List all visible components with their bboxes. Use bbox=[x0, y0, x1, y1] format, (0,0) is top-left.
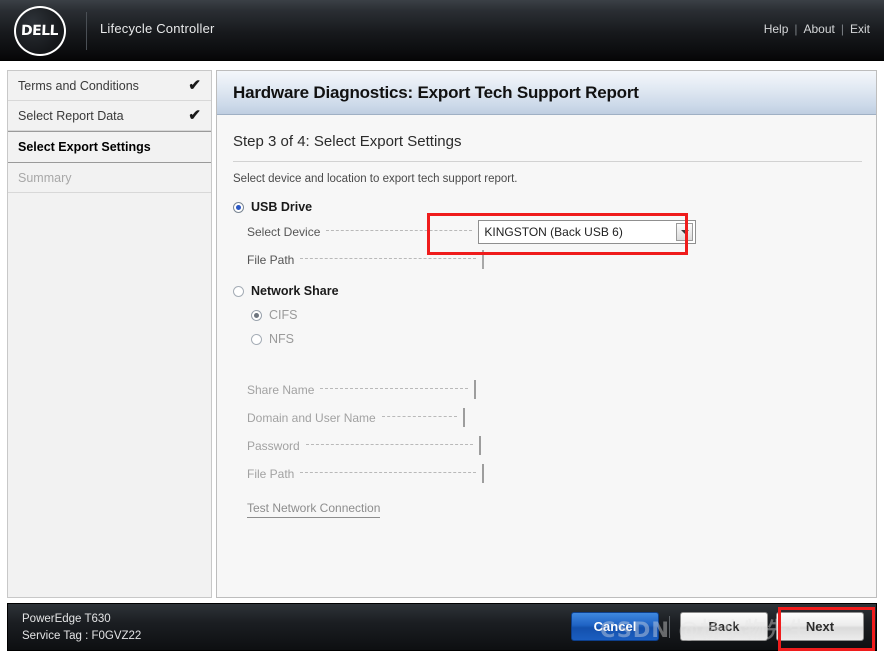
service-tag: Service Tag : F0GVZ22 bbox=[22, 628, 141, 645]
sidebar-item-select-export-settings[interactable]: Select Export Settings bbox=[8, 131, 211, 163]
dell-logo: DELL bbox=[14, 6, 66, 56]
nav-separator-2: | bbox=[841, 22, 844, 36]
heading-divider bbox=[233, 161, 862, 162]
instruction-text: Select device and location to export tec… bbox=[233, 173, 876, 185]
domain-user-name-input bbox=[463, 408, 465, 427]
dell-logo-text: DELL bbox=[21, 23, 59, 39]
export-settings-form: USB Drive Select Device KINGSTON (Back U… bbox=[217, 197, 876, 518]
dot-leader bbox=[326, 229, 472, 231]
share-name-input bbox=[474, 380, 476, 399]
panel-header: Hardware Diagnostics: Export Tech Suppor… bbox=[217, 71, 876, 115]
select-device-label: Select Device bbox=[233, 225, 320, 239]
test-network-connection-link: Test Network Connection bbox=[247, 501, 380, 518]
cifs-radio-row: CIFS bbox=[251, 305, 876, 325]
usb-drive-label: USB Drive bbox=[251, 200, 312, 214]
cifs-label: CIFS bbox=[269, 308, 297, 322]
checkmark-icon: ✔ bbox=[188, 108, 201, 123]
sidebar-item-select-report-data[interactable]: Select Report Data ✔ bbox=[8, 101, 211, 131]
network-share-label: Network Share bbox=[251, 284, 339, 298]
app-title: Lifecycle Controller bbox=[100, 21, 215, 36]
usb-file-path-control[interactable] bbox=[482, 251, 484, 269]
select-device-dropdown[interactable]: KINGSTON (Back USB 6) bbox=[478, 220, 696, 244]
checkmark-icon: ✔ bbox=[188, 78, 201, 93]
dot-leader bbox=[320, 387, 468, 389]
sidebar-item-terms-and-conditions[interactable]: Terms and Conditions ✔ bbox=[8, 71, 211, 101]
dot-leader bbox=[300, 257, 476, 259]
select-device-value: KINGSTON (Back USB 6) bbox=[479, 225, 622, 239]
network-share-radio-icon[interactable] bbox=[233, 286, 244, 297]
network-share-radio-row[interactable]: Network Share bbox=[233, 281, 876, 301]
back-button[interactable]: Back bbox=[680, 612, 768, 641]
nav-separator-1: | bbox=[794, 22, 797, 36]
system-info: PowerEdge T630 Service Tag : F0GVZ22 bbox=[22, 611, 141, 645]
next-button[interactable]: Next bbox=[776, 612, 864, 641]
password-control bbox=[479, 437, 481, 455]
exit-link[interactable]: Exit bbox=[850, 22, 870, 36]
main-content-panel: Hardware Diagnostics: Export Tech Suppor… bbox=[216, 70, 877, 598]
password-input bbox=[479, 436, 481, 455]
footer-bar: PowerEdge T630 Service Tag : F0GVZ22 Can… bbox=[7, 603, 877, 651]
usb-file-path-row: File Path bbox=[233, 247, 876, 273]
step-heading: Step 3 of 4: Select Export Settings bbox=[233, 133, 876, 150]
button-separator bbox=[669, 616, 670, 638]
domain-user-name-label: Domain and User Name bbox=[233, 411, 376, 425]
network-file-path-row: File Path bbox=[233, 461, 876, 487]
dot-leader bbox=[382, 415, 457, 417]
usb-drive-radio-row[interactable]: USB Drive bbox=[233, 197, 876, 217]
help-link[interactable]: Help bbox=[764, 22, 789, 36]
network-file-path-input bbox=[482, 464, 484, 483]
chevron-down-icon[interactable] bbox=[676, 223, 693, 241]
domain-user-name-row: Domain and User Name bbox=[233, 405, 876, 431]
share-name-label: Share Name bbox=[233, 383, 314, 397]
network-file-path-label: File Path bbox=[233, 467, 294, 481]
select-device-control[interactable]: KINGSTON (Back USB 6) bbox=[478, 220, 696, 244]
usb-file-path-label: File Path bbox=[233, 253, 294, 267]
form-spacer bbox=[233, 349, 876, 375]
footer-buttons: Cancel Back Next bbox=[571, 612, 872, 641]
password-row: Password bbox=[233, 433, 876, 459]
usb-drive-radio-icon[interactable] bbox=[233, 202, 244, 213]
header-divider bbox=[86, 12, 87, 50]
cifs-radio-icon bbox=[251, 310, 262, 321]
system-model: PowerEdge T630 bbox=[22, 611, 141, 628]
about-link[interactable]: About bbox=[804, 22, 835, 36]
share-name-control bbox=[474, 381, 476, 399]
cancel-button[interactable]: Cancel bbox=[571, 612, 659, 641]
usb-file-path-input[interactable] bbox=[482, 250, 484, 269]
network-file-path-control bbox=[482, 465, 484, 483]
sidebar-item-label: Select Report Data bbox=[18, 109, 188, 123]
nfs-radio-row: NFS bbox=[251, 329, 876, 349]
nfs-label: NFS bbox=[269, 332, 294, 346]
password-label: Password bbox=[233, 439, 300, 453]
chevron-down-glyph bbox=[681, 230, 689, 234]
sidebar-item-summary: Summary bbox=[8, 163, 211, 193]
header-nav: Help | About | Exit bbox=[764, 22, 870, 36]
sidebar-item-label: Select Export Settings bbox=[18, 140, 201, 154]
domain-user-name-control bbox=[463, 409, 465, 427]
wizard-step-sidebar: Terms and Conditions ✔ Select Report Dat… bbox=[7, 70, 212, 598]
sidebar-item-label: Summary bbox=[18, 171, 201, 185]
dot-leader bbox=[306, 443, 473, 445]
sidebar-item-label: Terms and Conditions bbox=[18, 79, 188, 93]
select-device-row: Select Device KINGSTON (Back USB 6) bbox=[233, 219, 876, 245]
dot-leader bbox=[300, 471, 476, 473]
page-title: Hardware Diagnostics: Export Tech Suppor… bbox=[233, 83, 639, 103]
share-name-row: Share Name bbox=[233, 377, 876, 403]
nfs-radio-icon bbox=[251, 334, 262, 345]
top-header-bar: DELL Lifecycle Controller Help | About |… bbox=[0, 0, 884, 61]
